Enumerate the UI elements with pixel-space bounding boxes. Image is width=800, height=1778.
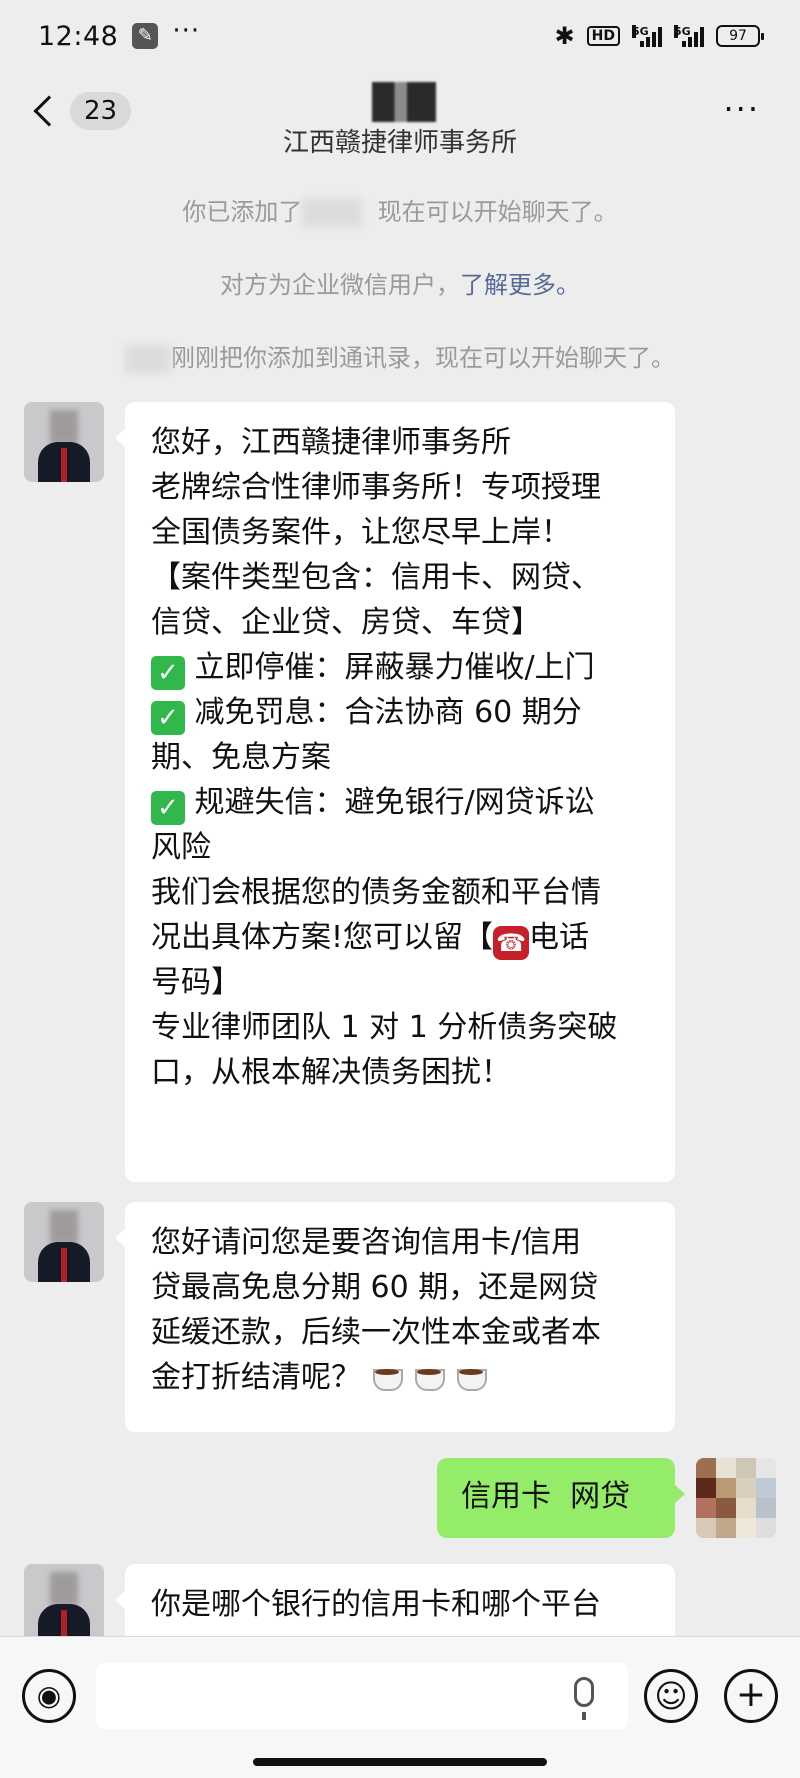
avatar-tie <box>61 448 67 482</box>
avatar-tie <box>61 1248 67 1282</box>
status-time: 12:48 <box>38 20 119 52</box>
system-message-added: 你已添加了 现在可以开始聊天了。 <box>0 192 800 227</box>
check-mark-icon: ✓ <box>151 791 185 825</box>
learn-more-link[interactable]: 了解更多。 <box>460 271 580 299</box>
avatar-mosaic <box>696 1458 776 1538</box>
battery-icon: 97 <box>716 25 764 47</box>
input-bar: ◉ ☺ + <box>0 1636 800 1778</box>
check-mark-icon: ✓ <box>151 701 185 735</box>
bluetooth-icon: ✱ <box>554 22 575 50</box>
coffee-icon <box>371 1359 407 1393</box>
message-bubble[interactable]: 您好请问您是要咨询信用卡/信用 贷最高免息分期 60 期，还是网贷 延缓还款，后… <box>115 1202 675 1432</box>
sender-avatar[interactable] <box>24 1564 104 1644</box>
hd-icon: HD <box>586 26 620 46</box>
message-line-text: 电话 <box>529 920 590 955</box>
avatar-face <box>50 410 78 444</box>
message-line-text: 规避失信：避免银行/网贷诉讼 <box>194 785 595 820</box>
system-enterprise-text: 对方为企业微信用户， <box>220 271 460 299</box>
system-added-prefix: 你已添加了 <box>182 198 303 226</box>
message-line: 【案件类型包含：信用卡、网贷、 <box>151 560 601 595</box>
wrench-icon: ✎ <box>132 23 159 49</box>
message-line: 金打折结清呢？ <box>151 1355 649 1400</box>
system-added-suffix: 现在可以开始聊天了。 <box>377 198 618 226</box>
message-line: 期、免息方案 <box>151 740 331 775</box>
notification-more-icon: ··· <box>172 16 201 46</box>
signal-icon-1: 5G <box>632 25 662 47</box>
message-line: 延缓还款，后续一次性本金或者本 <box>151 1315 601 1350</box>
system-message-enterprise: 对方为企业微信用户，了解更多。 <box>0 265 800 300</box>
message-line-text: 减免罚息：合法协商 60 期分 <box>194 695 582 730</box>
message-bubble[interactable]: 您好，江西赣捷律师事务所 老牌综合性律师事务所！专项授理 全国债务案件，让您尽早… <box>115 402 675 1182</box>
message-line-text: 况出具体方案!您可以留【 <box>151 920 494 955</box>
check-mark-icon: ✓ <box>151 656 185 690</box>
company-name: 江西赣捷律师事务所 <box>282 128 517 158</box>
sender-avatar[interactable] <box>24 1202 104 1282</box>
coffee-icon <box>413 1359 449 1393</box>
avatar-face <box>50 1210 78 1244</box>
message-line: 况出具体方案!您可以留【 ☎ 电话 <box>151 915 649 960</box>
plus-button[interactable]: + <box>724 1669 778 1723</box>
message-line: 全国债务案件，让您尽早上岸！ <box>151 515 571 550</box>
message-line: 口，从根本解决债务困扰！ <box>151 1055 511 1090</box>
message-line: ✓ 立即停催：屏蔽暴力催收/上门 <box>151 645 649 690</box>
message-line: 我们会根据您的债务金额和平台情 <box>151 875 601 910</box>
outgoing-message-bubble[interactable]: 信用卡 网贷 <box>437 1458 685 1538</box>
coffee-icon <box>455 1359 491 1393</box>
avatar-face <box>50 1572 78 1606</box>
more-options-button[interactable]: ··· <box>723 90 760 128</box>
redacted-name <box>125 345 171 373</box>
emoji-icon: ☺ <box>654 1677 688 1715</box>
message-line-text: 金打折结清呢？ <box>151 1360 361 1395</box>
voice-input-button[interactable]: ◉ <box>22 1669 76 1723</box>
plus-icon: + <box>735 1674 767 1715</box>
status-left: 12:48 ✎ ··· <box>38 16 200 52</box>
self-avatar[interactable] <box>696 1458 776 1538</box>
status-right: ✱ HD 5G 5G 97 <box>554 22 764 50</box>
status-bar: 12:48 ✎ ··· ✱ HD 5G 5G 97 <box>0 0 800 72</box>
message-line: 风险 <box>151 830 211 865</box>
system-contact-added-text: 刚刚把你添加到通讯录，现在可以开始聊天了。 <box>171 344 675 372</box>
contact-name-redacted <box>372 82 436 122</box>
message-input[interactable] <box>96 1663 628 1729</box>
emoji-button[interactable]: ☺ <box>644 1669 698 1723</box>
message-line: 信贷、企业贷、房贷、车贷】 <box>151 605 541 640</box>
redacted-name <box>302 199 363 227</box>
message-line: 您好请问您是要咨询信用卡/信用 <box>151 1225 582 1260</box>
message-line-text: 立即停催：屏蔽暴力催收/上门 <box>194 650 595 685</box>
voice-icon: ◉ <box>36 1679 62 1712</box>
signal-icon-2: 5G <box>674 25 704 47</box>
system-message-contact-added: 刚刚把你添加到通讯录，现在可以开始聊天了。 <box>0 338 800 373</box>
sender-avatar[interactable] <box>24 402 104 482</box>
message-line: ✓ 减免罚息：合法协商 60 期分 <box>151 690 649 735</box>
message-line: 专业律师团队 1 对 1 分析债务突破 <box>151 1010 618 1045</box>
microphone-icon[interactable] <box>574 1677 594 1720</box>
chat-header: 23 江西赣捷律师事务所 ··· <box>0 78 800 158</box>
message-line: 贷最高免息分期 60 期，还是网贷 <box>151 1270 599 1305</box>
signal-label-2: 5G <box>674 25 691 38</box>
telephone-icon: ☎ <box>493 926 530 960</box>
message-line: ✓ 规避失信：避免银行/网贷诉讼 <box>151 780 649 825</box>
message-line: 您好，江西赣捷律师事务所 <box>151 425 511 460</box>
home-indicator[interactable] <box>253 1758 547 1766</box>
message-line: 老牌综合性律师事务所！专项授理 <box>151 470 601 505</box>
message-line: 号码】 <box>151 965 241 1000</box>
signal-label-1: 5G <box>632 25 649 38</box>
